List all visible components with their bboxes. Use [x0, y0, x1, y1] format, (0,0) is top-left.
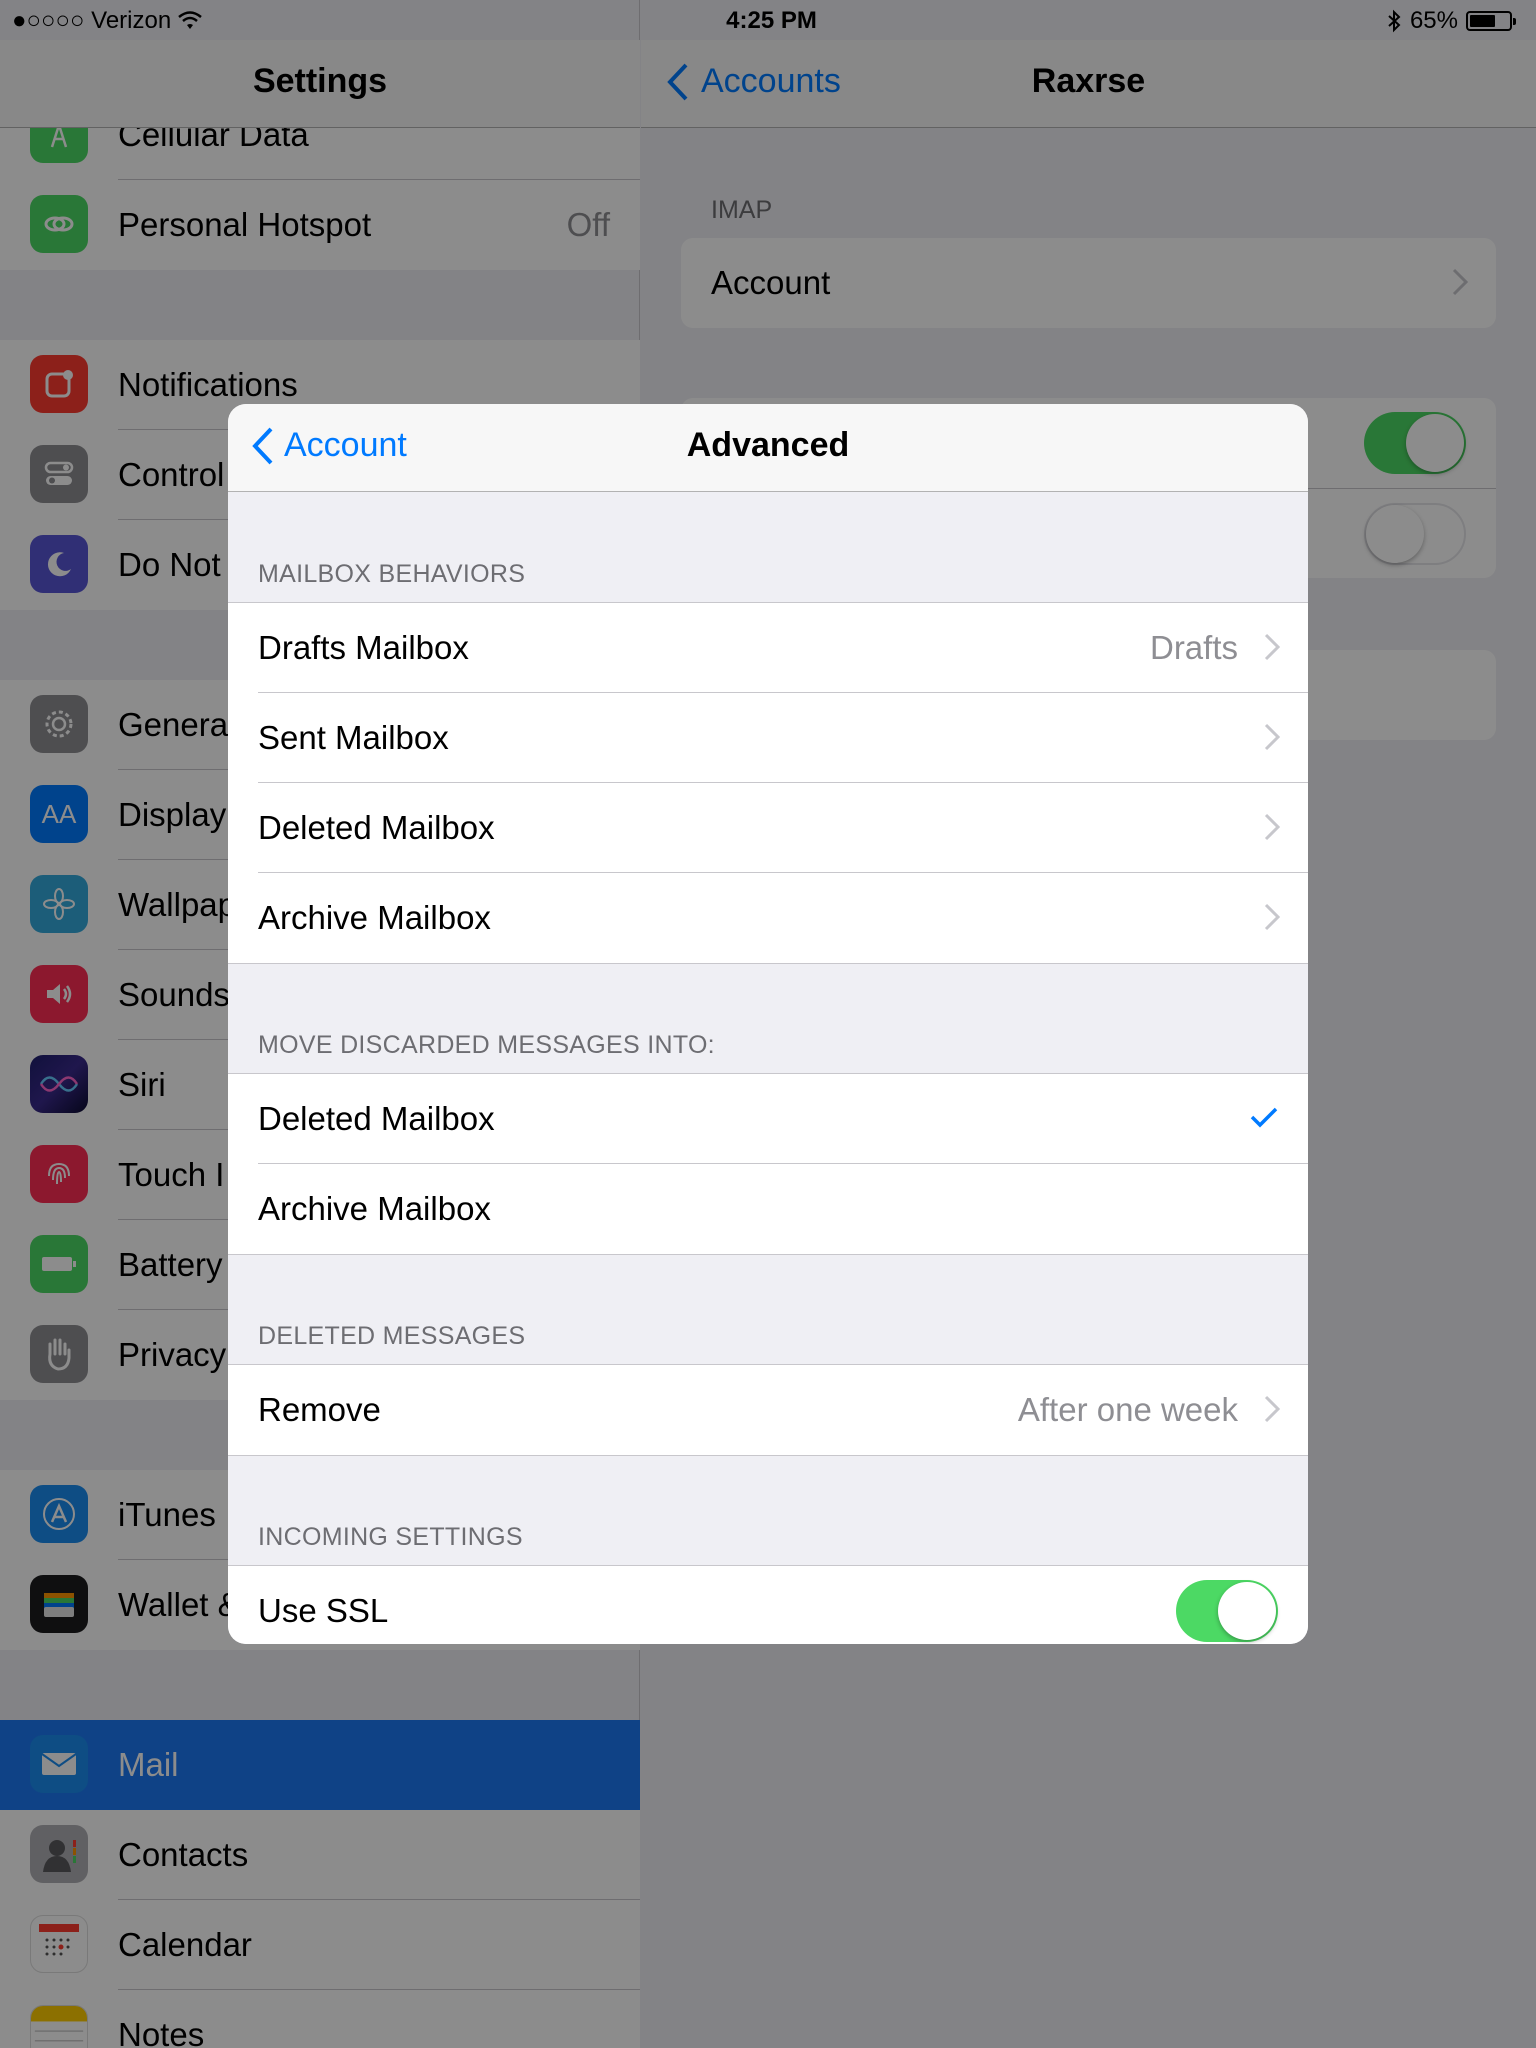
- chevron-right-icon: [1264, 723, 1280, 751]
- chevron-right-icon: [1264, 903, 1280, 931]
- chevron-right-icon: [1264, 813, 1280, 841]
- use-ssl-toggle[interactable]: [1176, 1580, 1278, 1642]
- row-label: Archive Mailbox: [258, 899, 491, 936]
- deleted-messages-label: DELETED MESSAGES: [258, 1322, 526, 1350]
- mailbox-behaviors-group: Drafts Mailbox Drafts Sent Mailbox Delet…: [228, 602, 1308, 964]
- row-value: Drafts: [1149, 629, 1238, 666]
- row-label: Drafts Mailbox: [258, 629, 469, 666]
- drafts-mailbox-row[interactable]: Drafts Mailbox Drafts: [228, 603, 1308, 693]
- row-label: Sent Mailbox: [258, 719, 449, 756]
- chevron-right-icon: [1264, 633, 1280, 661]
- mailbox-behaviors-label: MAILBOX BEHAVIORS: [258, 560, 526, 588]
- row-label: Archive Mailbox: [258, 1190, 491, 1227]
- modal-title: Advanced: [686, 426, 850, 464]
- row-value: After one week: [1017, 1391, 1238, 1428]
- deleted-mailbox-row[interactable]: Deleted Mailbox: [228, 783, 1308, 873]
- row-label: Deleted Mailbox: [258, 809, 495, 846]
- advanced-modal: Account Advanced MAILBOX BEHAVIORS Draft…: [228, 404, 1308, 1644]
- incoming-settings-label: INCOMING SETTINGS: [258, 1523, 523, 1551]
- deleted-messages-group: Remove After one week: [228, 1364, 1308, 1456]
- incoming-settings-group: Use SSL: [228, 1565, 1308, 1644]
- sent-mailbox-row[interactable]: Sent Mailbox: [228, 693, 1308, 783]
- row-label: Deleted Mailbox: [258, 1100, 495, 1137]
- archive-mailbox-row[interactable]: Archive Mailbox: [228, 873, 1308, 963]
- chevron-right-icon: [1264, 1395, 1280, 1423]
- use-ssl-row: Use SSL: [228, 1566, 1308, 1644]
- discard-archive-mailbox-option[interactable]: Archive Mailbox: [228, 1164, 1308, 1254]
- row-label: Remove: [258, 1391, 381, 1428]
- remove-row[interactable]: Remove After one week: [228, 1365, 1308, 1455]
- checkmark-icon: [1250, 1107, 1278, 1128]
- discard-deleted-mailbox-option[interactable]: Deleted Mailbox: [228, 1074, 1308, 1164]
- move-discarded-group: Deleted Mailbox Archive Mailbox: [228, 1073, 1308, 1255]
- row-label: Use SSL: [258, 1592, 389, 1629]
- modal-nav-bar: Account Advanced: [228, 404, 1308, 492]
- move-discarded-label: MOVE DISCARDED MESSAGES INTO:: [258, 1031, 715, 1059]
